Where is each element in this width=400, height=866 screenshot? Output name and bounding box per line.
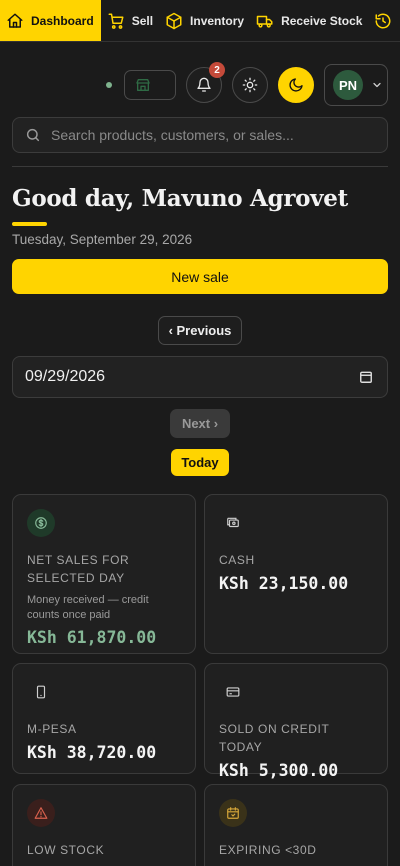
net-sales-value: KSh 61,870.00 [27,628,157,647]
cash-label: CASH [219,553,255,567]
calendar-icon [219,799,247,827]
credit-sales-label: SOLD ON CREDIT TODAY [219,722,330,754]
chevron-down-icon [373,82,381,88]
nav-receive-stock-label: Receive Stock [281,13,363,28]
sun-icon [242,77,258,93]
date-value: 09/29/2026 [25,368,106,385]
cash-value: KSh 23,150.00 [219,574,349,593]
header-divider [12,166,388,167]
nav-inventory-label: Inventory [190,13,245,28]
date-picker-field[interactable]: 09/29/2026 [12,356,388,398]
truck-icon [256,15,273,28]
store-icon [136,79,150,91]
expiring-card[interactable]: EXPIRING <30D [204,784,388,866]
current-date: Tuesday, September 29, 2026 [12,232,193,247]
nav-history[interactable] [368,0,398,41]
cart-icon [108,13,124,29]
mpesa-value: KSh 38,720.00 [27,743,157,762]
cash-icon [219,509,247,537]
store-switcher-button[interactable] [124,70,176,100]
light-mode-button[interactable] [232,67,268,103]
page-title: Good day, Mavuno Agrovet [12,185,348,212]
avatar: PN [333,70,363,100]
top-nav: Dashboard Sell Inventory Receive Stock [0,0,400,42]
today-button[interactable]: Today [171,449,229,476]
nav-inventory[interactable]: Inventory [159,0,250,41]
bell-icon [197,77,211,92]
credit-card-icon [219,678,247,706]
box-icon [166,12,182,29]
nav-sell[interactable]: Sell [101,0,159,41]
dollar-circle-icon [27,509,55,537]
global-search [12,117,388,153]
net-sales-note: Money received — credit counts once paid [27,594,149,621]
history-icon [375,13,391,28]
calendar-picker-icon[interactable] [359,370,373,384]
low-stock-card[interactable]: LOW STOCK [12,784,196,866]
moon-icon [289,78,303,92]
title-accent-bar [12,222,47,226]
net-sales-card: NET SALES FOR SELECTED DAY Money receive… [12,494,196,654]
warning-icon [27,799,55,827]
nav-receive-stock[interactable]: Receive Stock [250,0,368,41]
notifications-button[interactable]: 2 [186,62,225,103]
cash-card: CASH KSh 23,150.00 [204,494,388,654]
mpesa-card: M-PESA KSh 38,720.00 [12,663,196,774]
dark-mode-button[interactable] [278,67,314,103]
next-day-button[interactable]: Next › [170,409,230,438]
header-toolbar: 2 PN [106,62,388,106]
home-icon [7,13,23,28]
notification-count-badge: 2 [209,62,225,78]
low-stock-label: LOW STOCK [27,843,105,857]
online-status-dot [106,82,112,88]
credit-sales-card: SOLD ON CREDIT TODAY KSh 5,300.00 [204,663,388,780]
nav-sell-label: Sell [131,13,154,28]
credit-sales-value: KSh 5,300.00 [219,761,339,780]
mpesa-label: M-PESA [27,722,77,736]
new-sale-button[interactable]: New sale [12,259,388,294]
expiring-label: EXPIRING <30D [219,843,317,857]
nav-dashboard-label: Dashboard [31,13,94,28]
previous-day-button[interactable]: ‹ Previous [158,316,242,345]
net-sales-label: NET SALES FOR SELECTED DAY [27,553,130,585]
search-icon [26,128,40,142]
nav-dashboard[interactable]: Dashboard [0,0,101,41]
profile-menu-button[interactable]: PN [324,64,388,106]
search-input[interactable] [51,127,371,143]
phone-icon [27,678,55,706]
